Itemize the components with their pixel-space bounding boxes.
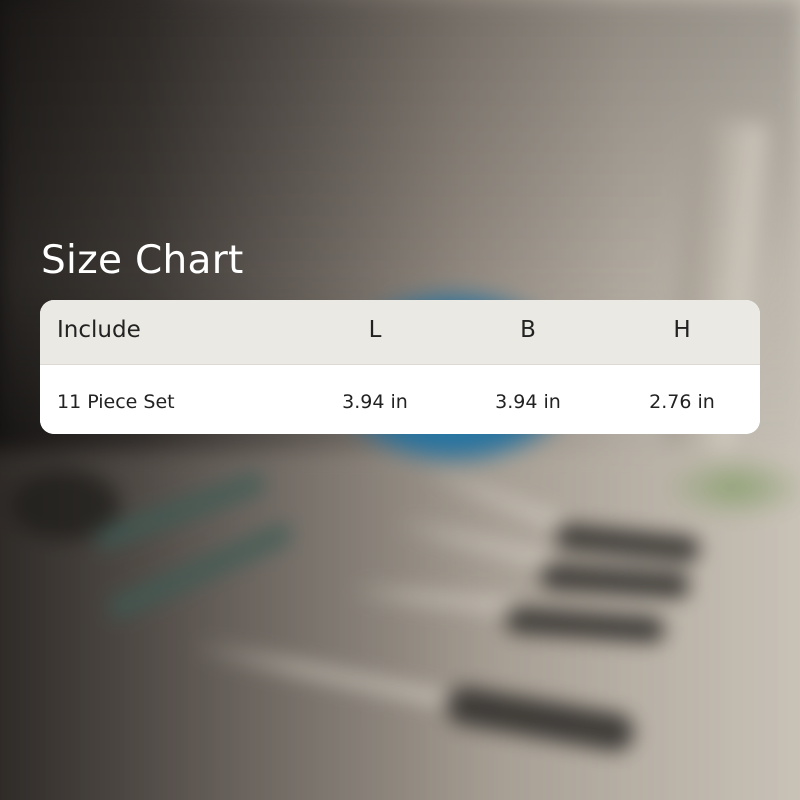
header-height: H — [673, 317, 691, 343]
herb-garnish — [660, 455, 800, 520]
cell-breadth: 3.94 in — [495, 391, 561, 413]
cell-include: 11 Piece Set — [57, 391, 175, 413]
table-row: 11 Piece Set 3.94 in 3.94 in 2.76 in — [40, 364, 760, 434]
header-length: L — [368, 317, 382, 343]
cell-length: 3.94 in — [342, 391, 408, 413]
header-breadth: B — [520, 317, 536, 343]
header-include: Include — [57, 317, 141, 343]
cell-height: 2.76 in — [649, 391, 715, 413]
product-image: Size Chart Include L B H 11 Piece Set 3.… — [0, 0, 800, 800]
table-header-row: Include L B H — [40, 300, 760, 364]
size-chart-title: Size Chart — [41, 238, 244, 283]
size-chart-table: Include L B H 11 Piece Set 3.94 in 3.94 … — [40, 300, 760, 434]
